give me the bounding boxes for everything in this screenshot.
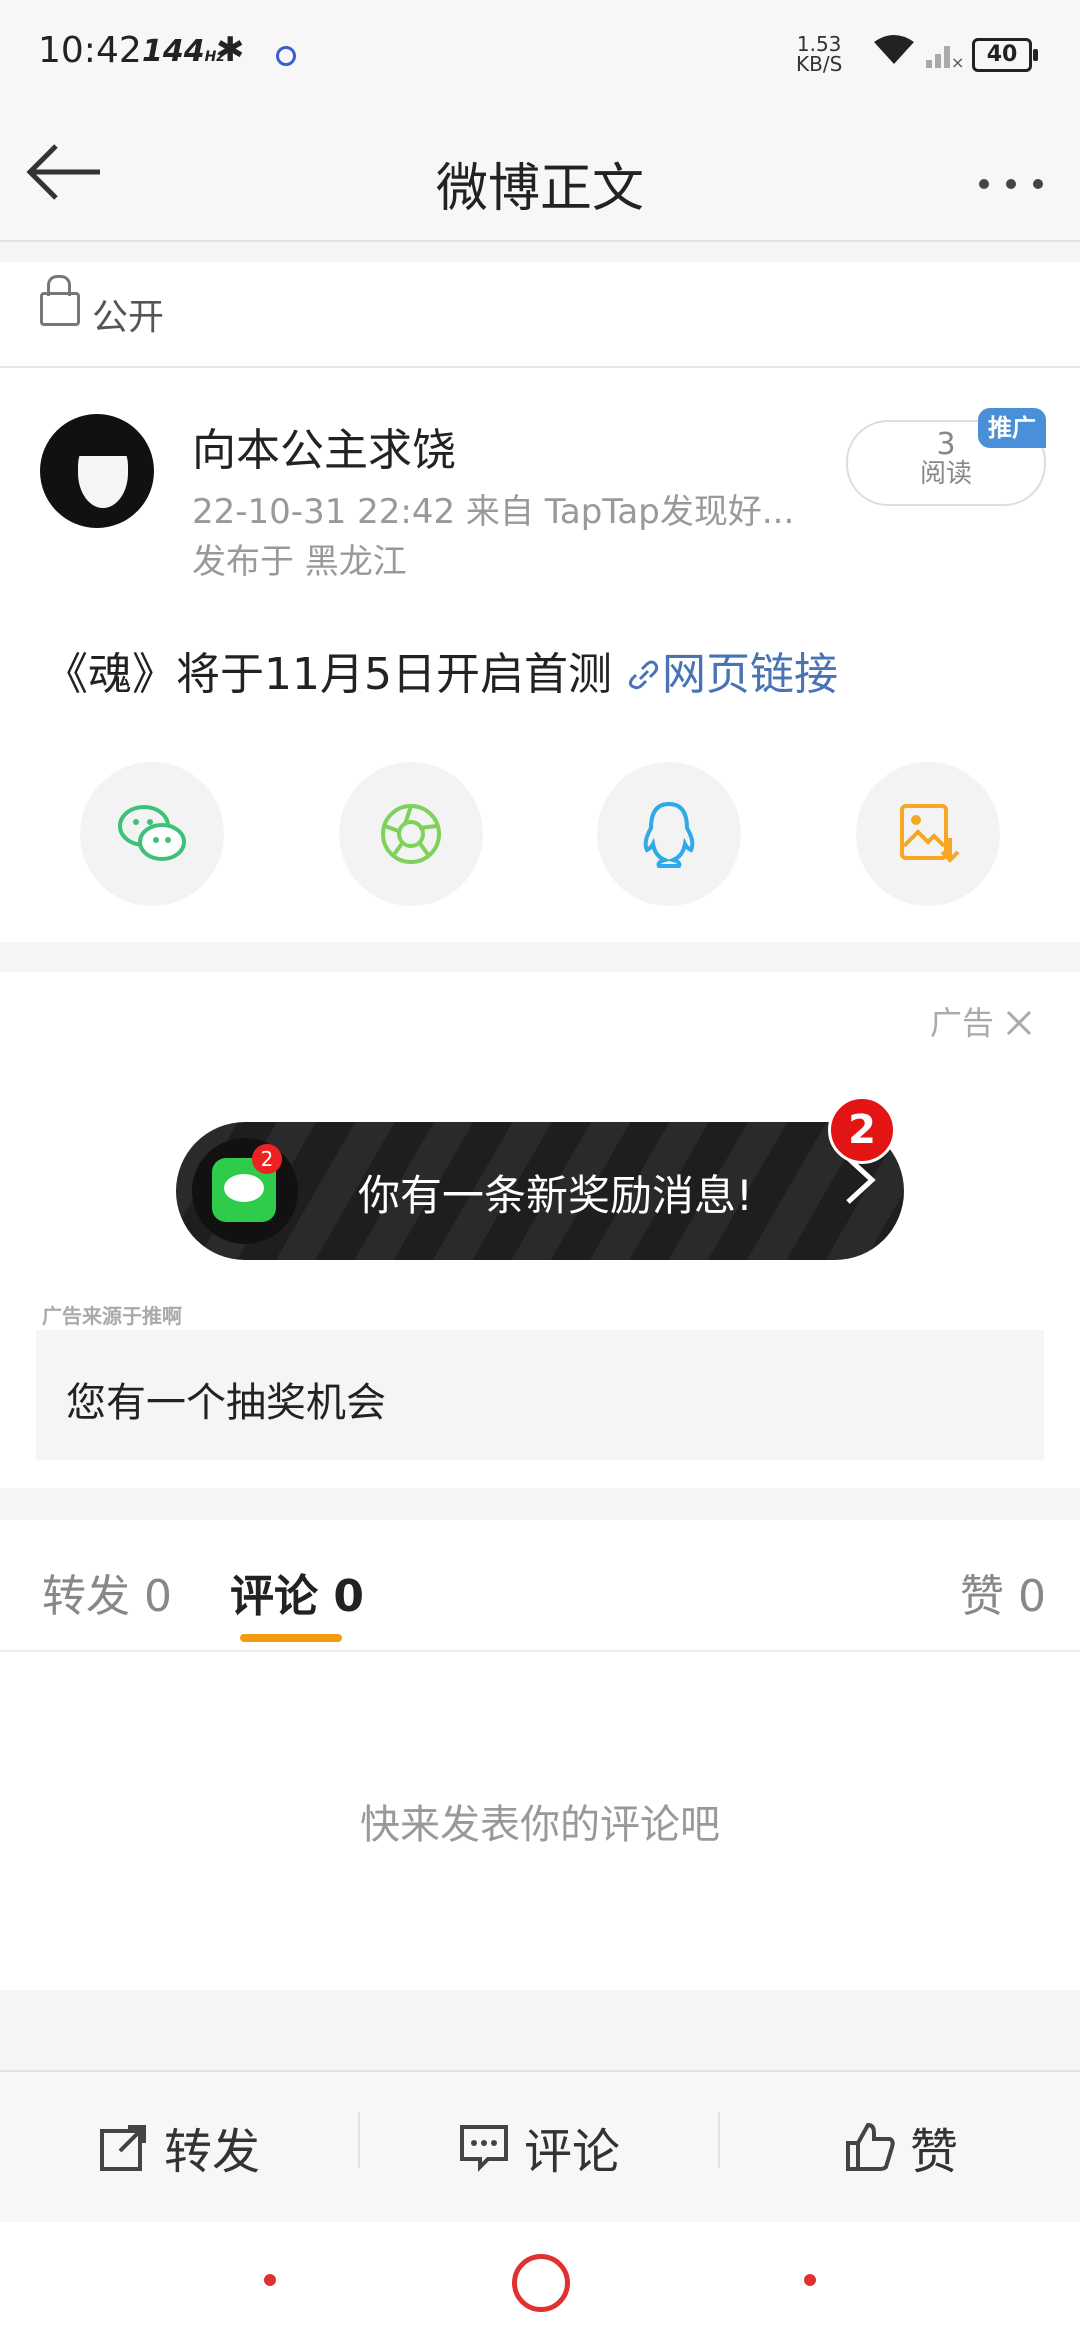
post-card: 向本公主求饶 22-10-31 22:42 来自 TapTap发现好... 发布… (0, 368, 1080, 942)
tab-comment[interactable]: 评论 0 (230, 1560, 364, 1624)
divider (718, 2112, 720, 2168)
post-meta: 22-10-31 22:42 来自 TapTap发现好... (192, 492, 795, 532)
repost-button[interactable]: 转发 (98, 2112, 260, 2182)
notification-badge: 2 (828, 1096, 896, 1164)
ad-banner-text: 你有一条新奖励消息! (358, 1171, 753, 1220)
active-tab-indicator (240, 1634, 342, 1642)
notification-icon (276, 46, 296, 66)
like-button[interactable]: 赞 (844, 2112, 958, 2182)
ad-card[interactable]: 广告 2 你有一条新奖励消息! 2 广告来源于推啊 您有一个抽奖机会 (0, 972, 1080, 1488)
post-location: 发布于 黑龙江 (192, 542, 407, 582)
empty-comments-text: 快来发表你的评论吧 (360, 1802, 720, 1848)
nav-home-button[interactable] (512, 2254, 570, 2312)
read-label: 阅读 (919, 459, 972, 489)
qq-icon (643, 801, 695, 868)
web-link[interactable]: 网页链接 (626, 649, 838, 700)
visibility-row: 公开 (0, 262, 1080, 368)
wechat-icon (118, 805, 186, 861)
visibility-label: 公开 (92, 297, 165, 338)
ad-label[interactable]: 广告 (930, 998, 1034, 1044)
divider (358, 2112, 360, 2168)
refresh-rate: 144Hz (142, 34, 225, 69)
avatar[interactable] (40, 414, 154, 528)
icon-badge: 2 (252, 1144, 282, 1174)
network-speed: 1.53 KB/S (796, 32, 843, 76)
ad-banner[interactable]: 2 你有一条新奖励消息! 2 (176, 1096, 904, 1260)
nav-menu-button[interactable] (264, 2274, 276, 2286)
ad-cta[interactable]: 您有一个抽奖机会 (36, 1330, 1044, 1460)
comment-button[interactable]: 评论 (458, 2112, 620, 2182)
status-time: 10:42 (38, 30, 142, 71)
interaction-tabs: 转发 0 评论 0 赞 0 (0, 1520, 1080, 1652)
signal-icon: × (924, 36, 964, 78)
post-text: 《魂》将于11月5日开启首测 网页链接 (44, 649, 838, 700)
moments-icon (381, 804, 441, 864)
top-nav-bar: 微博正文 (0, 110, 1080, 242)
nav-back-button[interactable] (804, 2274, 816, 2286)
share-moments-button[interactable] (339, 762, 483, 906)
promo-tag: 推广 (978, 408, 1046, 448)
tab-repost[interactable]: 转发 0 (42, 1560, 172, 1624)
comment-icon (460, 2125, 508, 2172)
ad-source: 广告来源于推啊 (42, 1304, 182, 1328)
ad-cta-text: 您有一个抽奖机会 (66, 1380, 386, 1426)
battery-icon: 40 (972, 38, 1038, 72)
thumbs-up-icon (846, 2122, 895, 2171)
bottom-action-bar: 转发 评论 赞 (0, 2070, 1080, 2222)
tab-like[interactable]: 赞 0 (960, 1560, 1046, 1624)
share-qq-button[interactable] (597, 762, 741, 906)
svg-text:×: × (951, 53, 964, 70)
user-name[interactable]: 向本公主求饶 (192, 414, 456, 478)
share-wechat-button[interactable] (80, 762, 224, 906)
repost-icon (100, 2125, 146, 2171)
close-icon (1007, 1010, 1032, 1036)
page-title: 微博正文 (435, 159, 644, 219)
save-image-button[interactable] (856, 762, 1000, 906)
system-nav-bar (0, 2222, 1080, 2340)
status-bar: 10:42 144Hz ✱ 1.53 KB/S × 40 (0, 0, 1080, 110)
comments-empty-state: 快来发表你的评论吧 (0, 1652, 1080, 1990)
message-app-icon: 2 (192, 1138, 298, 1244)
unlock-icon (40, 275, 80, 326)
wifi-icon (872, 32, 916, 77)
save-image-icon (900, 804, 960, 863)
more-dots-icon[interactable] (976, 154, 1046, 205)
bluetooth-icon: ✱ (216, 30, 245, 70)
